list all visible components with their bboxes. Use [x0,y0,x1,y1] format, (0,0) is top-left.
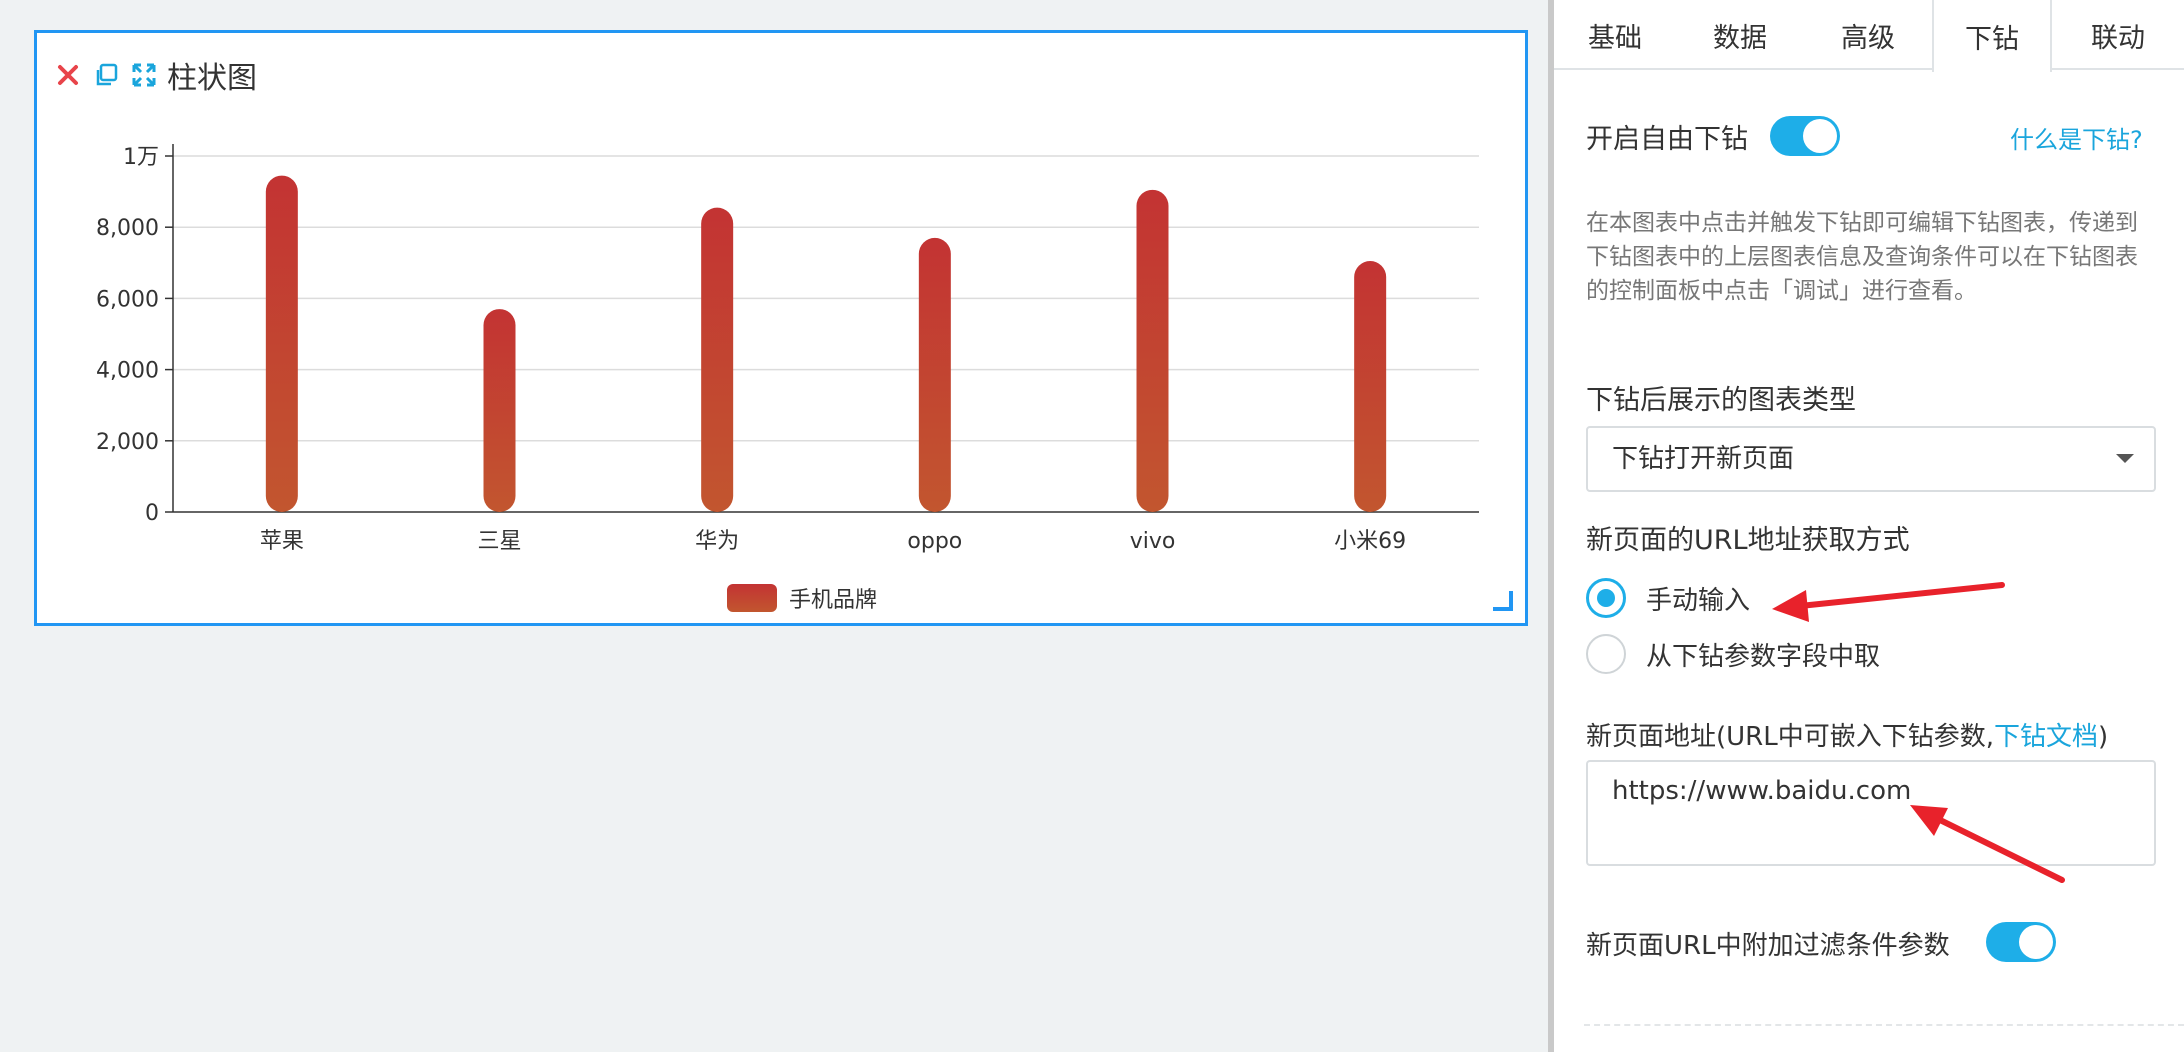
drill-docs-link[interactable]: 下钻文档 [1994,722,2098,752]
x-tick-label: 苹果 [260,529,304,554]
bar [701,207,734,512]
url-method-label: 新页面的URL地址获取方式 [1586,525,1910,556]
tab-bar: 基础 数据 高级 下钻 联动 [1554,0,2184,72]
bar [1354,261,1387,512]
y-tick-label: 2,000 [96,430,159,455]
enable-drill-label: 开启自由下钻 [1586,124,1748,155]
radio-from-param[interactable]: 从下钻参数字段中取 [1586,634,1880,674]
legend-swatch [727,584,777,612]
url-label-suffix: ) [2098,722,2109,752]
copy-icon[interactable] [87,57,125,93]
chart-type-label: 下钻后展示的图表类型 [1586,385,1856,416]
y-tick-label: 4,000 [96,359,159,384]
chart-type-select[interactable]: 下钻打开新页面 [1586,426,2156,492]
filter-param-label: 新页面URL中附加过滤条件参数 [1586,931,1950,961]
divider [1584,1024,2184,1026]
bar [918,237,951,512]
chart-type-value: 下钻打开新页面 [1612,444,1795,474]
chevron-down-icon [2116,454,2134,463]
card-header: 柱状图 [49,57,257,96]
tab-linkage[interactable]: 联动 [2052,0,2184,70]
drill-description: 在本图表中点击并触发下钻即可编辑下钻图表，传递到下钻图表中的上层图表信息及查询条… [1586,210,2138,304]
bar [483,309,516,512]
tab-data[interactable]: 数据 [1676,0,1804,70]
expand-icon[interactable] [125,57,163,93]
url-field-label: 新页面地址(URL中可嵌入下钻参数,下钻文档) [1586,716,2108,753]
y-tick-label: 1万 [123,145,159,170]
y-tick-label: 0 [145,501,159,526]
what-is-drill-link[interactable]: 什么是下钻? [2010,120,2143,155]
radio-from-param-circle[interactable] [1586,634,1626,674]
x-tick-label: 三星 [477,529,521,554]
radio-manual-input[interactable]: 手动输入 [1586,578,1750,618]
tab-basic[interactable]: 基础 [1554,0,1676,70]
enable-drill-toggle[interactable] [1770,116,1840,156]
bar [265,175,298,512]
legend-label: 手机品牌 [789,588,877,613]
toggle-knob [1803,119,1837,153]
close-icon[interactable] [49,57,87,93]
radio-from-param-label: 从下钻参数字段中取 [1646,641,1881,672]
x-tick-label: vivo [1130,529,1176,554]
x-tick-label: 小米69 [1334,529,1406,554]
radio-manual-input-circle[interactable] [1586,578,1626,618]
x-tick-label: oppo [907,529,962,554]
toggle-knob [2019,925,2053,959]
radio-manual-input-label: 手动输入 [1646,585,1751,616]
chart-card[interactable]: 0 2,000 4,000 6,000 8,000 1万苹果 三星 华为 oppo vivo 小米6… [34,30,1528,626]
x-tick-label: 华为 [695,529,739,554]
filter-param-toggle[interactable] [1986,922,2056,962]
bar-chart: 0 2,000 4,000 6,000 8,000 1万苹果 三星 华为 oppo vivo 小米6… [96,144,1479,613]
url-label-prefix: 新页面地址(URL中可嵌入下钻参数, [1586,722,1994,752]
y-tick-label: 8,000 [96,216,159,241]
resize-handle[interactable] [1493,591,1513,611]
bar [1136,189,1169,512]
url-input[interactable] [1586,760,2156,866]
card-title: 柱状图 [167,61,257,96]
settings-panel: 基础 数据 高级 下钻 联动 开启自由下钻 什么是下钻? 在本图表中点击并触发下… [1554,0,2184,1052]
tab-drilldown[interactable]: 下钻 [1932,0,2052,72]
tab-advanced[interactable]: 高级 [1804,0,1932,70]
y-tick-label: 6,000 [96,287,159,312]
